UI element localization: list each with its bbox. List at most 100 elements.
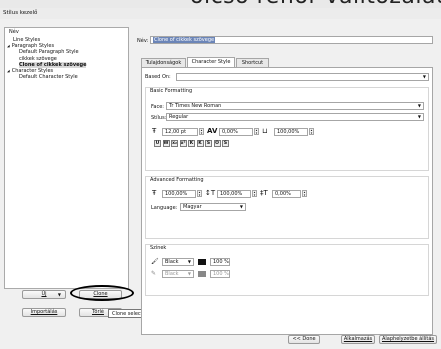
background-overlay-text: olcső reflor válitozálat is — [190, 0, 441, 8]
advanced-formatting-group: Advanced Formatting Ŧ 100,00% ▴ ▾ ↕T 100,… — [145, 176, 429, 239]
import-button[interactable]: Importálás — [22, 308, 66, 317]
font-face-select[interactable]: Tr Times New Roman ▼ — [166, 102, 424, 110]
fill-color-icon: 🖌 — [151, 258, 159, 265]
new-button-label: Új — [41, 291, 47, 297]
tree-item[interactable]: Line Styles — [13, 37, 40, 43]
tracking-spinner[interactable]: ▴ ▾ — [254, 128, 259, 135]
tab-shortcut[interactable]: Shortcut — [236, 58, 269, 67]
text-effect-button[interactable]: W — [162, 140, 170, 147]
new-style-button[interactable]: Új ▼ — [22, 290, 66, 299]
import-button-label: Importálás — [30, 309, 58, 315]
expand-toggle-icon[interactable]: ◢ — [7, 44, 10, 48]
stroke-color-select[interactable]: Black ▼ — [162, 270, 194, 278]
tree-item[interactable]: ◢ Paragraph Styles — [7, 43, 54, 49]
fill-shade-input[interactable]: 100 % — [210, 258, 230, 266]
scale-horizontal-spinner[interactable]: ▴ ▾ — [252, 190, 257, 197]
reset-button-label: Alaphelyzetbe állítás — [381, 336, 434, 342]
tracking-icon: AV — [207, 127, 218, 135]
tree-item-label: Default Paragraph Style — [19, 49, 79, 56]
name-value: Clone of cikkek szövege — [153, 37, 216, 43]
font-size-spinner[interactable]: ▴ ▾ — [199, 128, 204, 135]
stroke-color-value: Black — [165, 271, 179, 277]
language-select[interactable]: Magyar ▼ — [180, 203, 246, 211]
stroke-color-icon: ✎ — [151, 270, 157, 277]
baseline-offset-icon: ‡T — [260, 189, 268, 197]
tree-item[interactable]: Default Paragraph Style — [19, 49, 79, 55]
text-effect-button[interactable]: K — [196, 140, 204, 147]
baseline-offset-spinner[interactable]: ▴ ▾ — [302, 190, 307, 197]
tab-character-style[interactable]: Character Style — [187, 57, 235, 67]
text-effect-button[interactable]: x₂ — [171, 140, 178, 147]
baseline-offset-input[interactable]: 0,00% — [272, 190, 301, 198]
fill-color-value: Black — [165, 259, 179, 265]
scale-horizontal-icon: ↕T — [205, 189, 216, 197]
scale-height-value: 100,00% — [165, 191, 188, 197]
scale-height-spinner[interactable]: ▴ ▾ — [197, 190, 202, 197]
scale-width-spinner[interactable]: ▴ ▾ — [309, 128, 314, 135]
stroke-shade-input[interactable]: 100 % — [210, 270, 230, 278]
basic-formatting-title: Basic Formatting — [149, 88, 194, 94]
fill-color-swatch — [198, 259, 206, 265]
name-label: Név: — [137, 38, 149, 44]
language-label: Language: — [151, 205, 178, 211]
expand-toggle-icon[interactable]: ◢ — [7, 69, 10, 73]
tree-item[interactable]: Default Character Style — [19, 74, 78, 80]
font-style-select[interactable]: Regular ▼ — [166, 113, 424, 121]
character-style-panel: Based On: ▼ Basic Formatting Face: Tr Ti… — [141, 67, 433, 335]
tree-item-label: Paragraph Styles — [11, 43, 55, 50]
fill-color-select[interactable]: Black ▼ — [162, 258, 194, 266]
done-button[interactable]: << Done — [288, 335, 320, 344]
colors-title: Színek — [149, 245, 168, 251]
done-button-label: << Done — [292, 336, 316, 342]
tab-character-style-label: Character Style — [191, 59, 231, 65]
tree-item-label: Character Styles — [11, 68, 54, 74]
scale-height-input[interactable]: 100,00% — [162, 190, 196, 198]
text-effect-button[interactable]: S — [205, 140, 212, 147]
font-style-value: Regular — [169, 114, 189, 120]
tree-item-label: Default Character Style — [19, 74, 78, 81]
based-on-label: Based On: — [145, 74, 171, 80]
scale-width-icon: ⊔ — [262, 127, 268, 135]
tree-item-label: cikkek szövege — [19, 55, 57, 62]
tab-properties[interactable]: Tulajdonságok — [141, 58, 186, 67]
style-tree[interactable]: Név Line Styles ◢ Paragraph Styles Default … — [4, 27, 129, 289]
chevron-down-icon: ▼ — [417, 103, 421, 108]
chevron-down-icon: ▼ — [239, 204, 243, 209]
chevron-down-icon: ▼ — [187, 271, 191, 276]
baseline-offset-value: 0,00% — [275, 191, 291, 197]
advanced-formatting-title: Advanced Formatting — [149, 177, 205, 183]
face-label: Face: — [151, 104, 164, 110]
tree-item[interactable]: ◢ Character Styles — [7, 68, 53, 74]
text-effect-button[interactable]: O — [213, 140, 221, 147]
font-face-value: Tr Times New Roman — [169, 103, 222, 109]
stroke-color-swatch — [198, 271, 206, 277]
font-size-value: 12,00 pt — [165, 129, 187, 135]
text-effect-button[interactable]: K — [188, 140, 195, 147]
tree-item[interactable]: cikkek szövege — [19, 56, 57, 62]
tree-item[interactable]: Clone of cikkek szövege — [19, 61, 87, 68]
apply-button[interactable]: Alkalmazás — [341, 335, 375, 344]
scale-height-icon: Ŧ — [152, 189, 157, 197]
background-strip: olcső reflor válitozálat is — [0, 0, 441, 8]
apply-button-label: Alkalmazás — [343, 336, 373, 342]
tree-item-label: Clone of cikkek szövege — [19, 61, 87, 68]
style-label: Stílus: — [151, 115, 167, 121]
font-size-input[interactable]: 12,00 pt — [162, 128, 198, 136]
delete-button-label: Törlé — [92, 309, 104, 315]
text-effect-button[interactable]: U — [154, 140, 161, 147]
tree-header: Név — [9, 29, 19, 35]
tracking-value: 0,00% — [222, 129, 238, 135]
scale-horizontal-value: 100,00% — [220, 191, 243, 197]
basic-formatting-group: Basic Formatting Face: Tr Times New Roma… — [145, 87, 429, 171]
text-effect-button[interactable]: S — [222, 140, 229, 147]
tab-properties-label: Tulajdonságok — [145, 60, 182, 66]
highlight-circle — [70, 285, 134, 301]
scale-horizontal-input[interactable]: 100,00% — [217, 190, 251, 198]
based-on-select[interactable]: ▼ — [176, 73, 429, 81]
tree-item-label: Line Styles — [13, 37, 41, 43]
tracking-input[interactable]: 0,00% — [219, 128, 253, 136]
text-effect-button[interactable]: x² — [179, 140, 187, 147]
reset-button[interactable]: Alaphelyzetbe állítás — [379, 335, 437, 344]
scale-width-input[interactable]: 100,00% — [274, 128, 308, 136]
name-input[interactable]: Clone of cikkek szövege — [150, 36, 433, 44]
